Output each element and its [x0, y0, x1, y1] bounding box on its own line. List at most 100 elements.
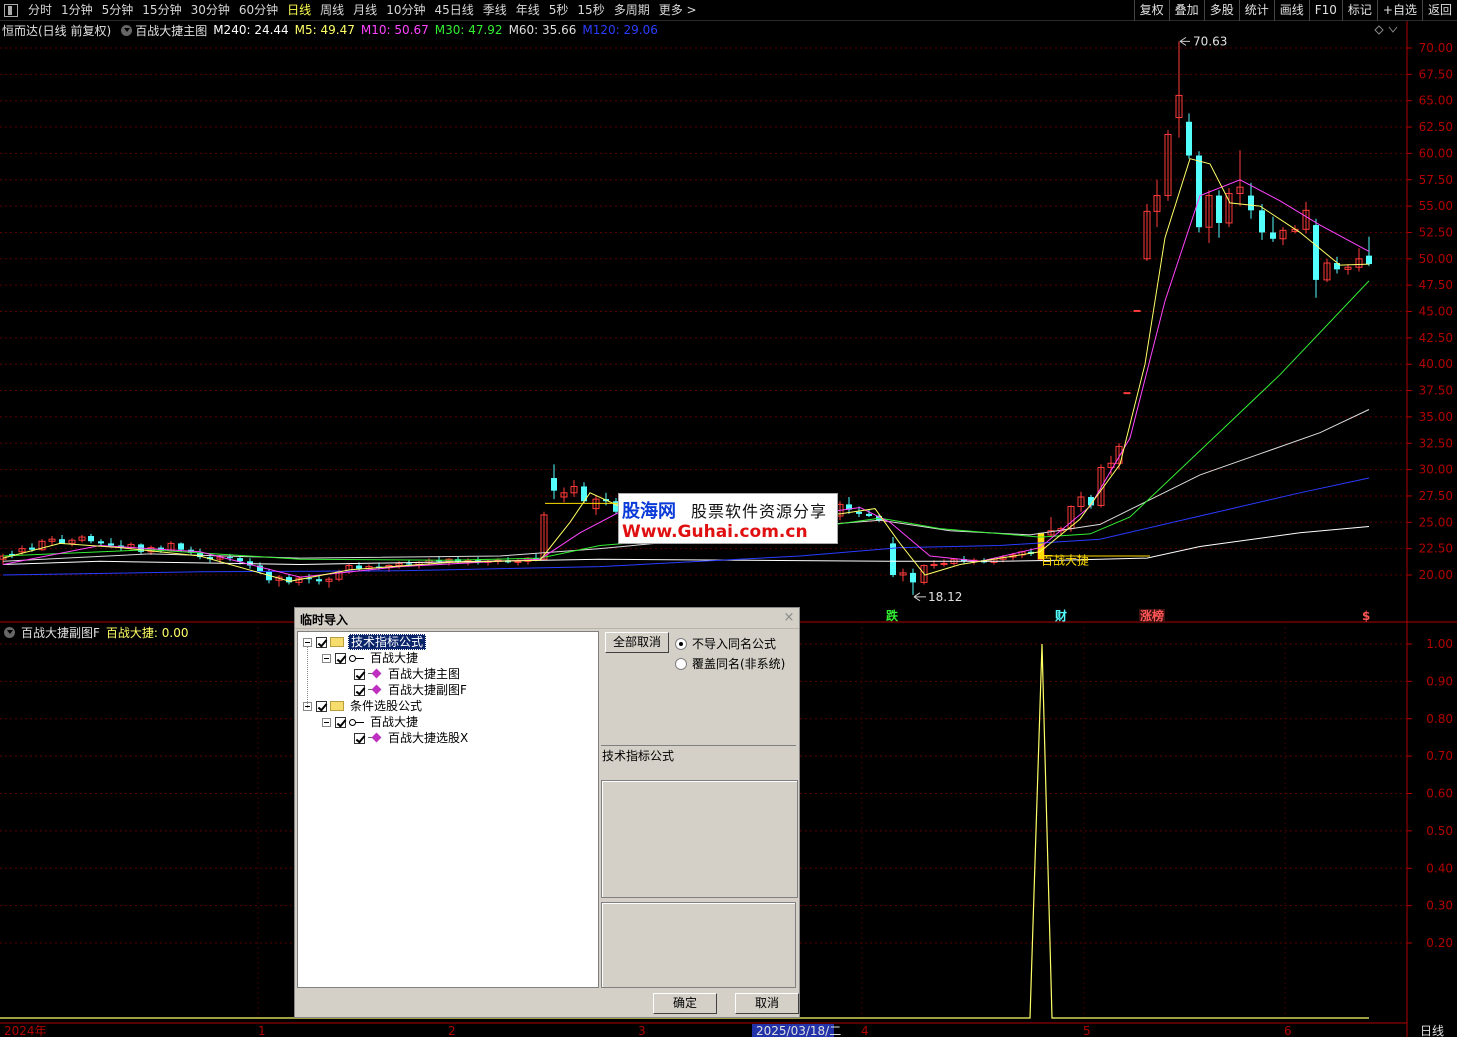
event-marker: 涨榜	[1140, 608, 1164, 623]
period-tab[interactable]: 日线	[283, 0, 316, 21]
period-tab[interactable]: 更多 >	[655, 0, 702, 21]
formula-icon	[368, 668, 382, 680]
params-box	[601, 902, 796, 988]
tree-node[interactable]: 技术指标公式	[303, 634, 427, 650]
collapse-icon[interactable]	[322, 717, 331, 727]
checkbox-checked-icon[interactable]	[335, 652, 346, 664]
period-tab[interactable]: 10分钟	[382, 0, 430, 21]
toolbar-button[interactable]: 多股	[1203, 0, 1239, 21]
tree-node[interactable]: 百战大捷	[322, 650, 420, 666]
sub-indicator-dropdown-icon[interactable]	[4, 626, 15, 638]
period-tab[interactable]: 5分钟	[98, 0, 139, 21]
period-tab[interactable]: 月线	[349, 0, 382, 21]
close-icon[interactable]: ×	[782, 611, 796, 625]
checkbox-checked-icon[interactable]	[354, 684, 365, 696]
tree-node-label: 百战大捷	[370, 715, 419, 729]
collapse-chevron-icon	[1388, 26, 1398, 33]
period-tab[interactable]: 分时	[24, 0, 57, 21]
period-label: 日线	[1420, 1024, 1444, 1037]
candle-down	[98, 541, 104, 544]
radio-no-import[interactable]: 不导入同名公式	[675, 635, 776, 652]
tree-node[interactable]: 条件选股公式	[303, 698, 424, 714]
ma10-value: M10: 50.67	[360, 23, 429, 37]
panel-toggle-icon[interactable]	[4, 3, 18, 17]
toolbar-button[interactable]: 标记	[1341, 0, 1377, 21]
period-tab[interactable]: 多周期	[610, 0, 655, 21]
high-price-label: 70.63	[1193, 34, 1227, 48]
toolbar-button[interactable]: 画线	[1273, 0, 1309, 21]
radio-overwrite[interactable]: 覆盖同名(非系统)	[675, 655, 785, 672]
y-tick-label: 50.00	[1419, 252, 1453, 266]
radio-checked-icon	[675, 637, 687, 650]
period-toolbar: 分时 1分钟 5分钟 15分钟 30分钟 60分钟 日线 周线 月线 10分钟 45日线 季线 年线 5秒…	[0, 0, 1457, 21]
toolbar-button[interactable]: 统计	[1238, 0, 1274, 21]
uncheck-all-button[interactable]: 全部取消	[605, 632, 669, 653]
candle-down	[59, 539, 65, 544]
collapse-icon[interactable]	[322, 653, 331, 663]
y-tick-label: 0.30	[1426, 899, 1453, 913]
period-tab[interactable]: 30分钟	[187, 0, 235, 21]
checkbox-checked-icon[interactable]	[354, 668, 365, 680]
tree-node[interactable]: 百战大捷副图F	[341, 682, 469, 698]
period-tab[interactable]: 15秒	[573, 0, 609, 21]
tree-node[interactable]: 百战大捷主图	[341, 666, 462, 682]
sub-indicator-name[interactable]: 百战大捷副图F	[21, 624, 100, 641]
tree-guide-line	[307, 646, 308, 708]
tree-node[interactable]: 百战大捷选股X	[341, 730, 470, 746]
period-tab[interactable]: 周线	[316, 0, 349, 21]
dialog-titlebar[interactable]: 临时导入 ×	[295, 608, 799, 629]
candle-up	[1133, 309, 1141, 312]
x-axis-label: 2024年	[4, 1024, 47, 1037]
indicator-dropdown-icon[interactable]	[121, 24, 133, 36]
signal-label: 百战大捷	[1041, 553, 1089, 567]
main-indicator-name[interactable]: 百战大捷主图	[135, 22, 207, 39]
checkbox-checked-icon[interactable]	[335, 716, 346, 728]
y-tick-label: 52.50	[1419, 225, 1453, 239]
x-axis-label: 6	[1284, 1024, 1292, 1037]
y-tick-label: 0.40	[1426, 861, 1453, 875]
y-tick-label: 37.50	[1419, 384, 1453, 398]
y-tick-label: 57.50	[1419, 173, 1453, 187]
tree-node-label: 技术指标公式	[348, 634, 427, 650]
period-tab[interactable]: 5秒	[545, 0, 574, 21]
y-tick-label: 67.50	[1419, 67, 1453, 81]
y-tick-label: 62.50	[1419, 120, 1453, 134]
right-toolbar: 复权 叠加 多股 统计 画线 F10 标记 +自选 返回	[1133, 0, 1457, 21]
period-tab[interactable]: 45日线	[430, 0, 478, 21]
checkbox-checked-icon[interactable]	[316, 636, 327, 648]
y-tick-label: 0.70	[1426, 749, 1453, 763]
y-tick-label: 55.00	[1419, 199, 1453, 213]
candle-down	[1259, 210, 1265, 233]
candle-down	[1196, 155, 1202, 228]
candle-down	[910, 572, 916, 583]
x-axis-label: 1	[258, 1024, 266, 1037]
period-tab[interactable]: 季线	[479, 0, 512, 21]
formula-icon	[368, 684, 382, 696]
ma60-value: M60: 35.66	[508, 23, 577, 37]
cancel-button[interactable]: 取消	[735, 993, 799, 1014]
toolbar-button[interactable]: 叠加	[1168, 0, 1204, 21]
y-tick-label: 65.00	[1419, 94, 1453, 108]
toolbar-button[interactable]: 返回	[1421, 0, 1457, 21]
candle-down	[406, 563, 412, 565]
y-tick-label: 0.60	[1426, 787, 1453, 801]
y-tick-label: 0.20	[1426, 936, 1453, 950]
period-tab[interactable]: 1分钟	[57, 0, 98, 21]
toolbar-button[interactable]: +自选	[1376, 0, 1422, 21]
dialog-title: 临时导入	[300, 613, 349, 627]
watermark-slogan: 股票软件资源分享	[691, 502, 828, 521]
key-icon	[349, 653, 365, 663]
watermark-logo: 股海网	[622, 501, 676, 522]
period-tab[interactable]: 60分钟	[235, 0, 283, 21]
toolbar-button[interactable]: 复权	[1133, 0, 1169, 21]
checkbox-checked-icon[interactable]	[354, 732, 365, 744]
period-tab[interactable]: 15分钟	[138, 0, 186, 21]
candle-down	[108, 543, 114, 546]
period-tab[interactable]: 年线	[512, 0, 545, 21]
candle-down	[316, 579, 322, 582]
toolbar-button[interactable]: F10	[1308, 0, 1342, 21]
ok-button[interactable]: 确定	[653, 993, 717, 1014]
watermark-banner: 股海网 股票软件资源分享 Www.Guhai.com.cn	[618, 493, 838, 544]
checkbox-checked-icon[interactable]	[316, 700, 327, 712]
tree-node[interactable]: 百战大捷	[322, 714, 420, 730]
